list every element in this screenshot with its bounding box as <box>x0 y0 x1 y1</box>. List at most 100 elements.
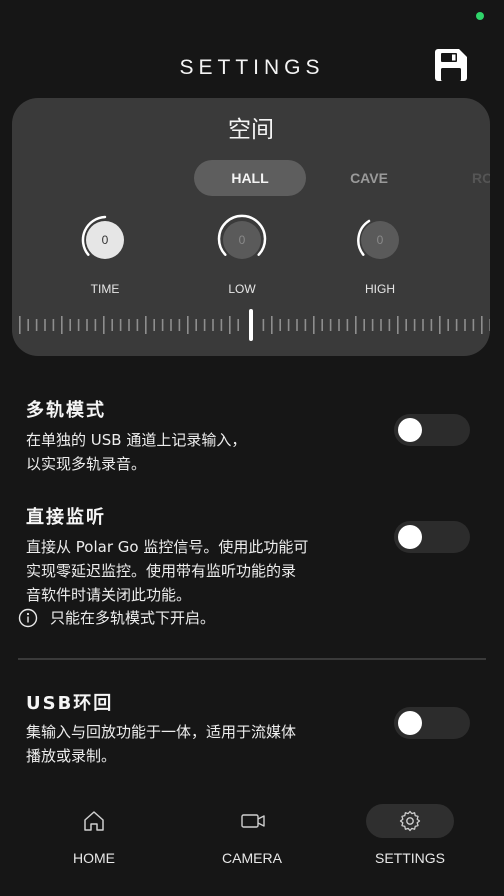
ruler-tick <box>153 319 155 331</box>
nav-camera-label: CAMERA <box>222 850 282 866</box>
ruler-tick <box>439 316 441 334</box>
ruler-tick <box>397 316 399 334</box>
ruler-tick <box>363 319 365 331</box>
ruler-tick <box>455 319 458 331</box>
knob-time-value: 0 <box>102 233 109 247</box>
video-camera-icon <box>241 814 265 828</box>
fine-adjust-ruler[interactable] <box>12 308 490 342</box>
ruler-tick <box>19 316 21 334</box>
gear-icon <box>399 810 421 832</box>
preset-selector: HALL CAVE ROO <box>12 160 490 196</box>
ruler-tick <box>346 319 349 331</box>
knob-low[interactable]: 0 LOW <box>212 214 272 298</box>
usb-loopback-desc-line1: 集输入与回放功能于一体，适用于流媒体 <box>26 723 297 741</box>
toggle-thumb <box>398 525 422 549</box>
ruler-tick <box>111 319 113 331</box>
ruler-indicator[interactable] <box>249 309 253 341</box>
ruler-tick <box>203 319 206 331</box>
multitrack-desc-line1: 在单独的 USB 通道上记录输入， <box>26 431 247 449</box>
ruler-tick <box>287 319 290 331</box>
ruler-tick <box>69 319 71 331</box>
ruler-tick <box>313 316 315 334</box>
ruler-tick <box>94 319 97 331</box>
ruler-tick <box>145 316 147 334</box>
ruler-tick <box>430 319 433 331</box>
knob-low-label: LOW <box>228 282 256 296</box>
monitor-desc-line2: 实现零延迟监控。使用带有监听功能的录 <box>26 562 297 580</box>
ruler-tick <box>35 319 38 331</box>
monitor-desc-line3: 音软件时请关闭此功能。 <box>26 586 192 604</box>
ruler-tick <box>128 319 130 331</box>
knob-high[interactable]: 0 HIGH <box>350 214 410 298</box>
toggle-thumb <box>398 418 422 442</box>
ruler-tick <box>405 319 407 331</box>
multitrack-title: 多轨模式 <box>26 400 106 421</box>
ruler-tick <box>229 316 231 334</box>
ruler-tick <box>296 319 298 331</box>
ruler-tick <box>187 316 189 334</box>
ruler-tick <box>262 319 265 331</box>
ruler-tick <box>271 316 273 334</box>
nav-camera[interactable]: CAMERA <box>202 800 302 872</box>
page-title: SETTINGS <box>179 56 325 79</box>
ruler-tick <box>86 319 88 331</box>
ruler-tick <box>304 319 307 331</box>
ruler-tick <box>279 319 281 331</box>
home-icon <box>84 811 104 831</box>
ruler-tick <box>136 319 139 331</box>
monitor-desc-line1: 直接从 Polar Go 监控信号。使用此功能可 <box>26 538 309 556</box>
status-indicator <box>476 12 484 20</box>
ruler-tick <box>195 319 197 331</box>
ruler-tick <box>237 319 239 331</box>
card-title: 空间 <box>228 117 274 143</box>
usb-loopback-toggle[interactable] <box>394 707 470 739</box>
save-button[interactable] <box>432 46 470 84</box>
info-icon <box>18 608 38 628</box>
monitor-title: 直接监听 <box>26 507 106 528</box>
nav-camera-icon-wrap <box>208 804 296 838</box>
ruler-tick <box>489 319 490 331</box>
nav-settings-icon-wrap <box>366 804 454 838</box>
ruler-tick <box>329 319 332 331</box>
ruler-tick <box>413 319 416 331</box>
ruler-tick <box>178 319 181 331</box>
toggle-thumb <box>398 711 422 735</box>
knob-time-label: TIME <box>90 282 120 296</box>
knob-time-dial: 0 <box>81 215 124 259</box>
ruler-tick <box>61 316 63 334</box>
ruler-tick <box>464 319 466 331</box>
usb-loopback-desc-line2: 播放或录制。 <box>26 747 117 765</box>
knob-low-value: 0 <box>239 233 246 247</box>
ruler-tick <box>103 316 105 334</box>
nav-home-label: HOME <box>73 850 115 866</box>
ruler-tick <box>355 316 357 334</box>
preset-hall[interactable]: HALL <box>194 160 306 196</box>
monitor-toggle[interactable] <box>394 521 470 553</box>
nav-settings[interactable]: SETTINGS <box>356 800 464 872</box>
ruler-tick <box>338 319 340 331</box>
info-text: 只能在多轨模式下开启。 <box>50 609 216 627</box>
ruler-tick <box>119 319 122 331</box>
ruler-tick <box>161 319 164 331</box>
ruler-tick <box>220 319 223 331</box>
ruler-tick <box>422 319 424 331</box>
divider <box>18 658 486 660</box>
usb-loopback-title: USB环回 <box>26 693 114 714</box>
ruler-tick <box>447 319 449 331</box>
multitrack-toggle[interactable] <box>394 414 470 446</box>
space-reverb-card: 空间 HALL CAVE ROO 0 TIME 0 LOW 0 HIGH <box>12 98 490 356</box>
knob-high-value: 0 <box>377 233 384 247</box>
ruler-tick <box>170 319 172 331</box>
ruler-tick <box>472 319 475 331</box>
ruler-tick <box>52 319 55 331</box>
preset-room[interactable]: ROO <box>458 160 490 196</box>
preset-cave[interactable]: CAVE <box>324 160 414 196</box>
nav-home[interactable]: HOME <box>44 800 144 872</box>
ruler-tick <box>27 319 29 331</box>
multitrack-desc-line2: 以实现多轨录音。 <box>26 455 147 473</box>
knob-time[interactable]: 0 TIME <box>75 214 135 298</box>
nav-home-icon-wrap <box>50 804 138 838</box>
ruler-tick <box>321 319 323 331</box>
knob-high-label: HIGH <box>365 282 395 296</box>
ruler-tick <box>388 319 391 331</box>
